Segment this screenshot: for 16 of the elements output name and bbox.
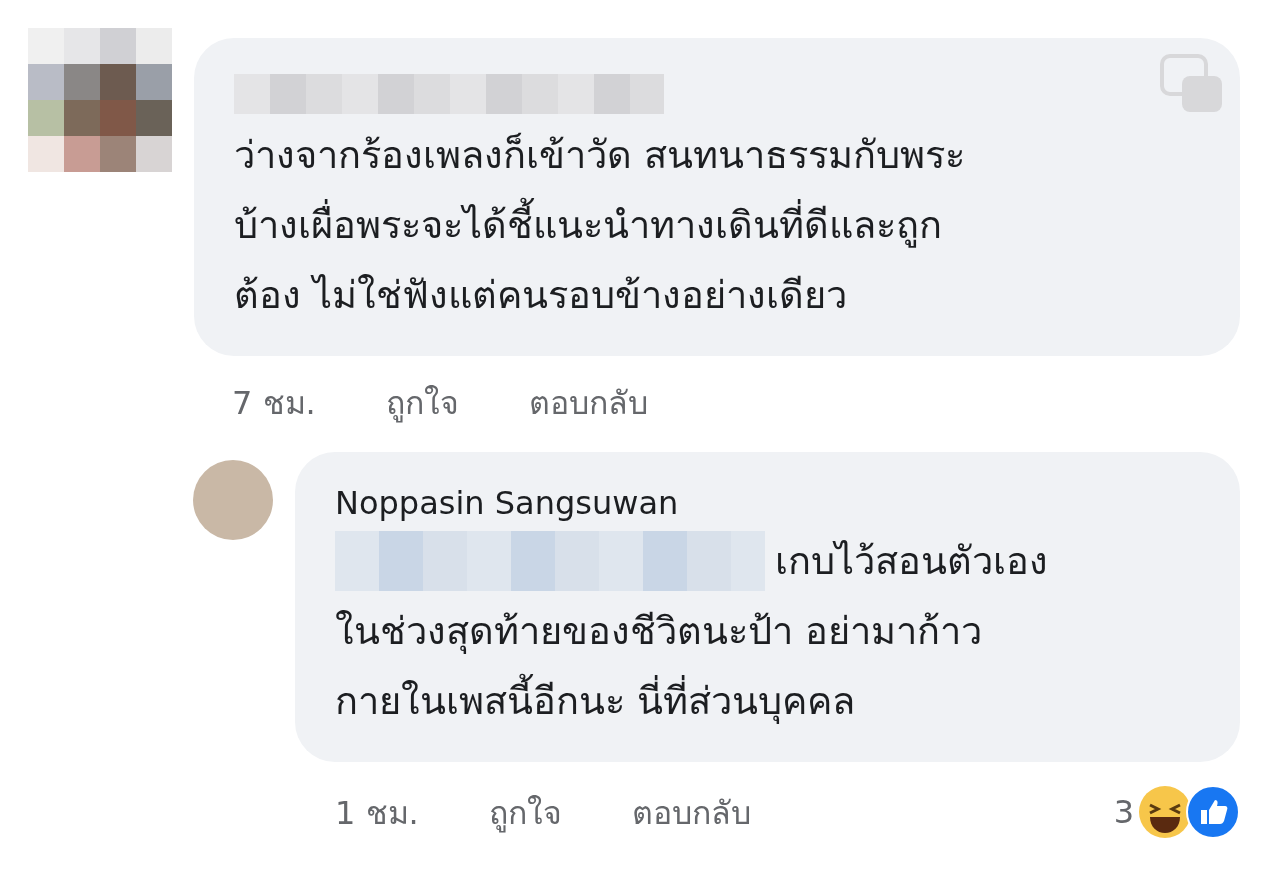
reply-link[interactable]: ตอบกลับ: [528, 376, 648, 428]
comment-text: กายในเพสนี้อีกนะ นี่ที่ส่วนบุคคล: [335, 666, 1200, 736]
reply-link[interactable]: ตอบกลับ: [631, 786, 751, 838]
like-link[interactable]: ถูกใจ: [385, 376, 459, 428]
timestamp: 1 ชม.: [335, 792, 419, 834]
comment-text: ในช่วงสุดท้ายของชีวิตนะป้า อย่ามาก้าว: [335, 608, 984, 656]
comment-text: บ้างเผื่อพระจะได้ชี้แนะนำทางเดินที่ดีและถูก: [234, 190, 1200, 260]
comment-text: ต้อง ไม่ใช่ฟังแต่คนรอบข้างอย่างเดียว: [234, 272, 849, 319]
comment-text: เกบไว้สอนตัวเอง: [775, 538, 1048, 585]
commenter-name[interactable]: Noppasin Sangsuwan: [335, 480, 1200, 526]
reaction-count[interactable]: 3: [1113, 793, 1134, 831]
thumbs-up-icon: [1186, 785, 1240, 839]
timestamp: 7 ชม.: [232, 382, 316, 424]
like-link[interactable]: ถูกใจ: [488, 786, 562, 838]
overlapping-squares-icon: [1160, 54, 1224, 114]
comment-text: ว่างจากร้องเพลงก็เข้าวัด สนทนาธรรมกับพระ: [234, 131, 967, 179]
